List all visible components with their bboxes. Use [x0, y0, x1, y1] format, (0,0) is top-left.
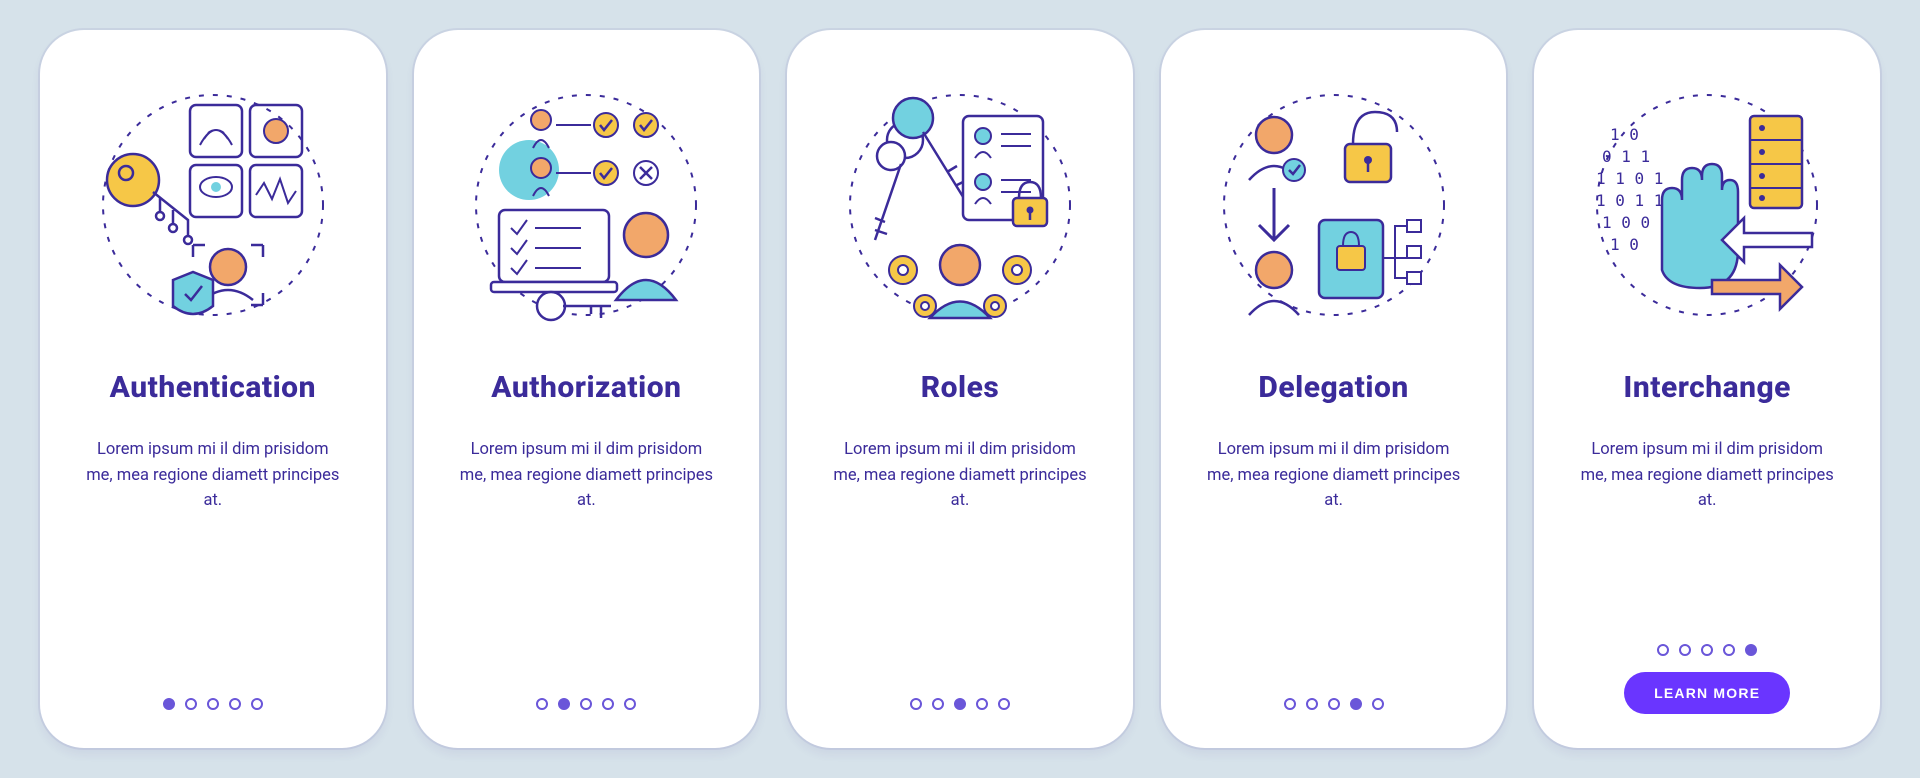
dot-3[interactable] — [1701, 644, 1713, 656]
pagination-dots — [910, 698, 1010, 710]
onboarding-card-authentication: Authentication Lorem ipsum mi il dim pri… — [40, 30, 386, 748]
dot-5[interactable] — [1372, 698, 1384, 710]
dot-3[interactable] — [207, 698, 219, 710]
dot-2[interactable] — [185, 698, 197, 710]
onboarding-card-delegation: Delegation Lorem ipsum mi il dim prisido… — [1161, 30, 1507, 748]
dot-5[interactable] — [251, 698, 263, 710]
dot-5[interactable] — [624, 698, 636, 710]
pagination-dots — [536, 698, 636, 710]
pagination-dots — [163, 698, 263, 710]
card-description: Lorem ipsum mi il dim prisidom me, mea r… — [456, 437, 716, 514]
onboarding-card-interchange: 1 0 0 1 1 1 1 0 1 1 0 1 1 1 0 0 1 0 Inte… — [1534, 30, 1880, 748]
delegation-icon — [1199, 70, 1469, 340]
interchange-icon: 1 0 0 1 1 1 1 0 1 1 0 1 1 1 0 0 1 0 — [1572, 70, 1842, 340]
dot-5[interactable] — [1745, 644, 1757, 656]
card-description: Lorem ipsum mi il dim prisidom me, mea r… — [830, 437, 1090, 514]
authorization-icon — [451, 70, 721, 340]
dot-1[interactable] — [1284, 698, 1296, 710]
card-description: Lorem ipsum mi il dim prisidom me, mea r… — [1204, 437, 1464, 514]
pagination-dots — [1284, 698, 1384, 710]
roles-icon — [825, 70, 1095, 340]
dot-4[interactable] — [1350, 698, 1362, 710]
dot-1[interactable] — [1657, 644, 1669, 656]
dot-2[interactable] — [558, 698, 570, 710]
dot-1[interactable] — [910, 698, 922, 710]
svg-text:1 0: 1 0 — [1610, 235, 1639, 254]
learn-more-button[interactable]: LEARN MORE — [1624, 672, 1790, 714]
svg-text:1 0: 1 0 — [1610, 125, 1639, 144]
authentication-icon — [78, 70, 348, 340]
dot-4[interactable] — [1723, 644, 1735, 656]
card-description: Lorem ipsum mi il dim prisidom me, mea r… — [83, 437, 343, 514]
svg-text:1 1 0 1: 1 1 0 1 — [1596, 169, 1663, 188]
card-title: Roles — [921, 370, 1000, 405]
card-description: Lorem ipsum mi il dim prisidom me, mea r… — [1577, 437, 1837, 514]
card-title: Interchange — [1623, 370, 1791, 405]
dot-4[interactable] — [976, 698, 988, 710]
dot-3[interactable] — [1328, 698, 1340, 710]
dot-1[interactable] — [163, 698, 175, 710]
svg-text:1 0 0: 1 0 0 — [1602, 213, 1650, 232]
card-title: Authentication — [110, 370, 316, 405]
card-title: Authorization — [491, 370, 681, 405]
pagination-dots — [1657, 644, 1757, 656]
onboarding-card-roles: Roles Lorem ipsum mi il dim prisidom me,… — [787, 30, 1133, 748]
onboarding-card-authorization: Authorization Lorem ipsum mi il dim pris… — [414, 30, 760, 748]
dot-4[interactable] — [229, 698, 241, 710]
dot-4[interactable] — [602, 698, 614, 710]
svg-text:1 0 1 1: 1 0 1 1 — [1596, 191, 1663, 210]
dot-3[interactable] — [954, 698, 966, 710]
dot-3[interactable] — [580, 698, 592, 710]
dot-2[interactable] — [1306, 698, 1318, 710]
dot-1[interactable] — [536, 698, 548, 710]
svg-text:0 1 1: 0 1 1 — [1602, 147, 1650, 166]
dot-2[interactable] — [1679, 644, 1691, 656]
dot-5[interactable] — [998, 698, 1010, 710]
onboarding-carousel: Authentication Lorem ipsum mi il dim pri… — [40, 30, 1880, 748]
dot-2[interactable] — [932, 698, 944, 710]
card-title: Delegation — [1258, 370, 1408, 405]
